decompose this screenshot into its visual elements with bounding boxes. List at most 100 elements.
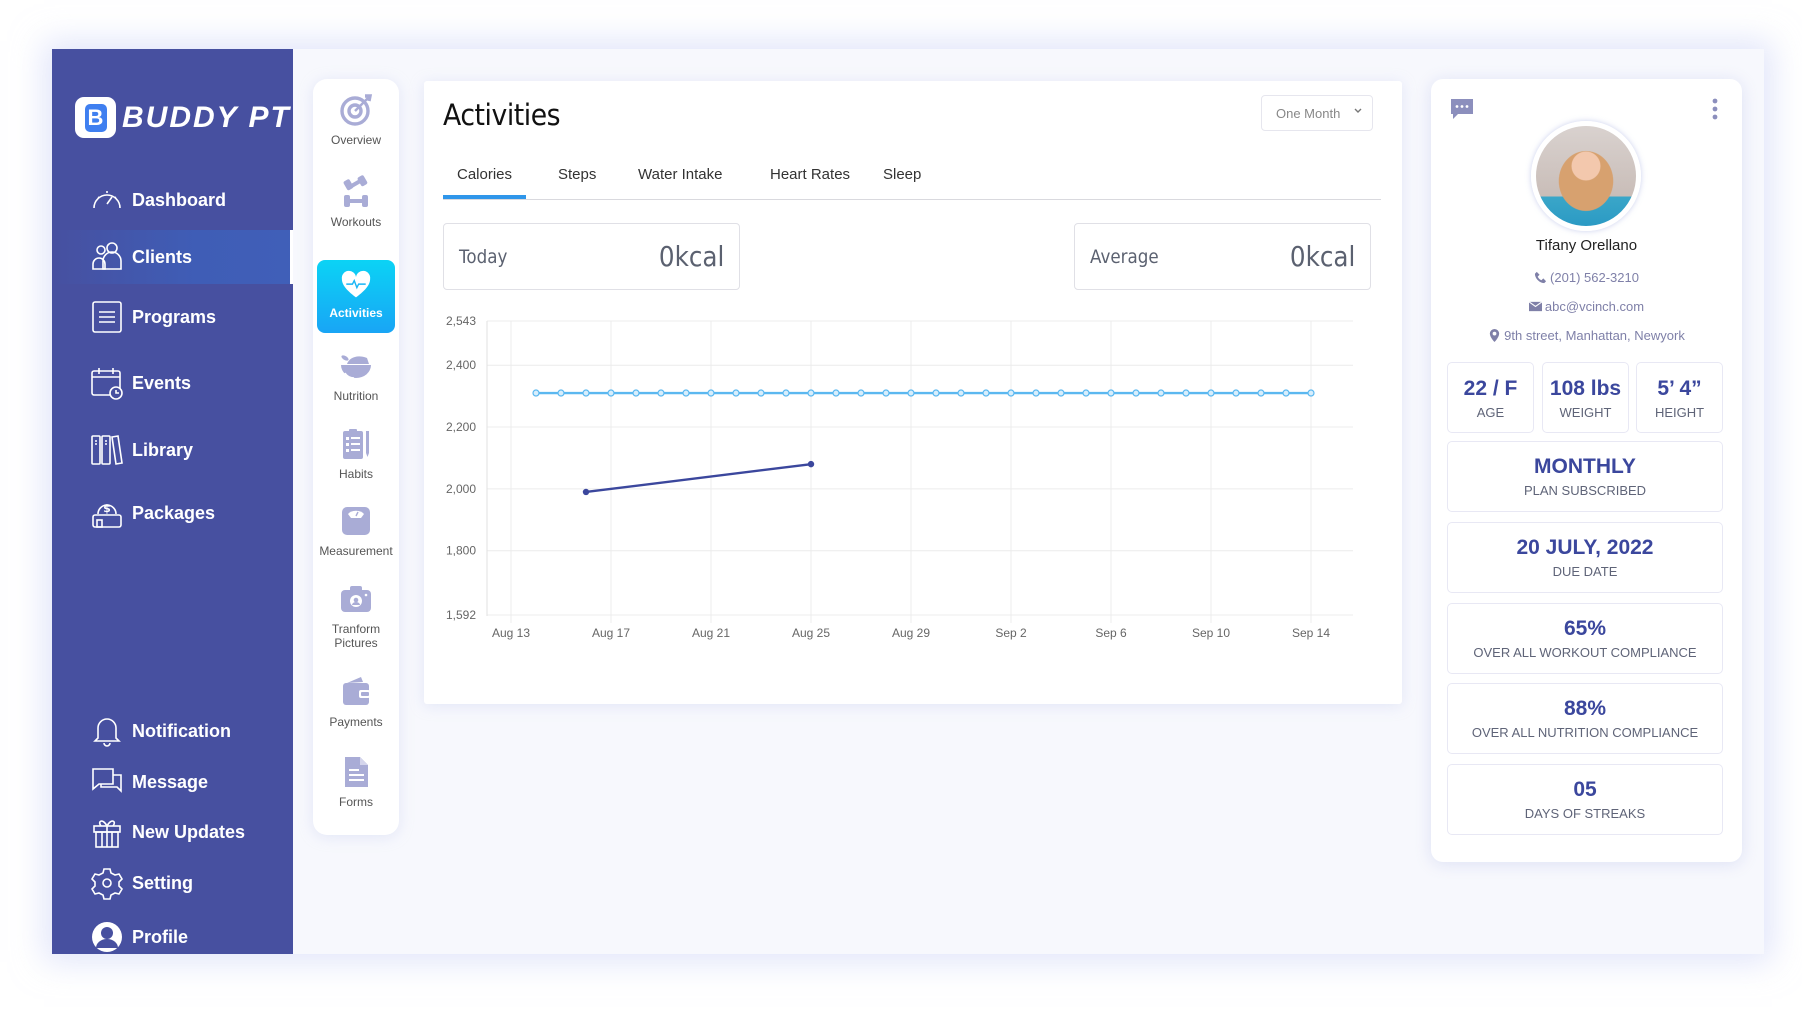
data-point [682,389,690,397]
user-circle-icon [92,922,122,952]
heart-pulse-icon [341,270,371,298]
weight-stat: 108 lbs WEIGHT [1542,362,1629,433]
x-tick-label: Aug 17 [592,626,630,640]
data-point [532,389,540,397]
more-options-icon[interactable] [1711,97,1719,121]
data-point [982,389,990,397]
rail-item-activities[interactable]: Activities [317,260,395,333]
data-point [807,389,815,397]
rail-item-workouts[interactable]: Workouts [313,175,399,229]
rail-item-habits[interactable]: Habits [313,427,399,481]
chat-icon [92,768,122,793]
due-date-card: 20 JULY, 2022 DUE DATE [1447,522,1723,593]
users-icon [92,242,122,270]
rail-item-label: Overview [330,133,381,147]
rail-item-payments[interactable]: Payments [313,675,399,729]
sidebar-item-label: Profile [132,926,189,947]
sidebar-item-dashboard[interactable]: Dashboard [52,173,293,227]
data-point [582,488,590,496]
svg-text:$: $ [103,502,111,515]
sidebar-item-new-updates[interactable]: New Updates [52,810,293,854]
x-tick-label: Aug 29 [892,626,930,640]
sidebar: B BUDDY PT Dashboard Clients Programs Ev… [52,49,293,954]
data-point [1157,389,1165,397]
plan-card: MONTHLY PLAN SUBSCRIBED [1447,441,1723,512]
nutrition-compliance-card: 88% OVER ALL NUTRITION COMPLIANCE [1447,683,1723,754]
location-pin-icon [1490,329,1500,342]
data-point [1282,389,1290,397]
sidebar-item-label: Events [132,372,192,393]
client-phone: (201) 562-3210 [1431,270,1742,285]
phone-icon [1534,271,1547,284]
client-name: Tifany Orellano [1535,237,1638,254]
money-box-icon: $ [92,502,122,528]
x-tick-label: Sep 10 [1192,626,1230,640]
sidebar-item-label: Packages [132,502,216,523]
target-icon [340,94,373,126]
rail-item-label-line2: Pictures [334,636,378,650]
y-tick-label: 2,000 [446,482,476,496]
x-tick-label: Aug 21 [692,626,730,640]
sidebar-item-programs[interactable]: Programs [52,290,293,344]
brand-logo[interactable]: B BUDDY PT [75,97,291,138]
sidebar-item-notification[interactable]: Notification [52,709,293,753]
activities-card: Activities One Month Calories Steps Wate… [424,81,1402,704]
rail-item-label: Payments [329,715,383,729]
books-icon [91,435,123,465]
rail-item-overview[interactable]: Overview [313,93,399,147]
streaks-card: 05 DAYS OF STREAKS [1447,764,1723,835]
data-point [1207,389,1215,397]
sidebar-item-message[interactable]: Message [52,760,293,804]
data-point [907,389,915,397]
sidebar-item-label: Dashboard [132,189,227,210]
sidebar-item-library[interactable]: Library [52,423,293,477]
sidebar-item-clients[interactable]: Clients [52,230,293,284]
rail-item-label: Nutrition [333,389,379,403]
rail-item-label: Forms [339,795,373,809]
rail-item-label: Workouts [330,215,382,229]
speedometer-icon [93,191,121,209]
x-tick-label: Sep 14 [1292,626,1330,640]
sidebar-item-profile[interactable]: Profile [52,915,293,959]
client-email: abc@vcinch.com [1431,299,1742,314]
x-tick-label: Aug 13 [492,626,530,640]
sidebar-item-label: Notification [132,720,231,741]
rail-item-transform-pictures[interactable]: Tranform Pictures [313,582,399,650]
workout-compliance-card: 65% OVER ALL WORKOUT COMPLIANCE [1447,603,1723,674]
data-point [807,460,815,468]
sidebar-item-events[interactable]: Events [52,356,293,410]
scale-icon [342,507,370,535]
sidebar-item-setting[interactable]: Setting [52,861,293,905]
sidebar-item-label: New Updates [132,821,246,842]
dumbbell-icon [343,175,368,207]
sidebar-item-label: Programs [132,306,217,327]
data-point [657,389,665,397]
data-point [757,389,765,397]
data-point [1307,389,1315,397]
data-point [782,389,790,397]
height-stat: 5’ 4” HEIGHT [1636,362,1723,433]
data-point [1232,389,1240,397]
data-point [932,389,940,397]
camera-icon [341,586,371,612]
y-tick-label: 2,400 [446,358,476,372]
sidebar-item-label: Library [132,439,194,460]
rail-item-measurement[interactable]: Measurement [313,504,399,558]
salad-bowl-icon [341,355,371,379]
series-line-calories [585,462,812,494]
chat-bubble-icon[interactable] [1449,97,1475,121]
y-tick-label: 2,543 [446,314,476,328]
data-point [1257,389,1265,397]
x-tick-label: Sep 2 [995,626,1027,640]
data-point [1057,389,1065,397]
client-address: 9th street, Manhattan, Newyork [1431,328,1742,343]
document-icon [345,757,368,787]
gear-icon [90,868,124,900]
sidebar-item-packages[interactable]: $ Packages [52,486,293,540]
rail-item-forms[interactable]: Forms [313,755,399,809]
rail-item-label: Measurement [319,544,393,558]
data-point [882,389,890,397]
rail-item-nutrition[interactable]: Nutrition [313,349,399,403]
data-point [1132,389,1140,397]
rail-item-label: Tranform [331,622,381,636]
